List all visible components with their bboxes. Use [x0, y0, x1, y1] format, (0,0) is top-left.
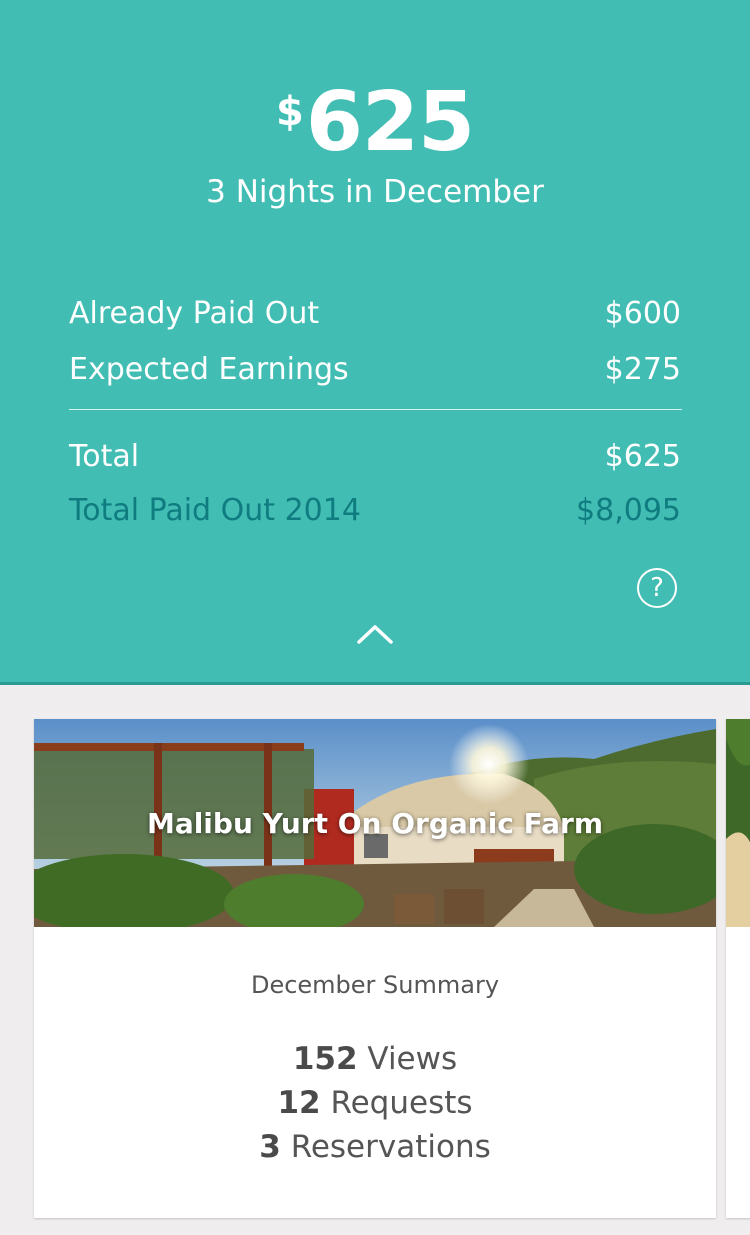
expected-earnings-row: Expected Earnings $275 [69, 350, 681, 390]
stat-views: 152 Views [34, 1037, 716, 1081]
chevron-up-icon[interactable] [356, 622, 394, 646]
earnings-amount: $625 [0, 82, 750, 164]
currency-symbol: $ [275, 89, 304, 135]
already-paid-out-label: Already Paid Out [69, 296, 320, 331]
listing-photo: Malibu Yurt On Organic Farm [34, 719, 716, 927]
stat-requests: 12 Requests [34, 1081, 716, 1125]
total-value: $625 [604, 439, 681, 474]
earnings-period: 3 Nights in December [206, 174, 544, 210]
already-paid-out-row: Already Paid Out $600 [69, 294, 681, 334]
stat-count: 12 [277, 1085, 321, 1121]
breakdown-divider [69, 409, 682, 410]
question-circle-icon[interactable]: ? [637, 568, 677, 608]
summary-stats: 152 Views 12 Requests 3 Reservations [34, 1037, 716, 1169]
listing-card[interactable]: Malibu Yurt On Organic Farm December Sum… [34, 719, 716, 1218]
expected-earnings-label: Expected Earnings [69, 352, 349, 387]
stat-label: Requests [330, 1085, 473, 1121]
stat-label: Views [367, 1041, 458, 1077]
total-paid-out-year-row: Total Paid Out 2014 $8,095 [69, 491, 681, 531]
total-paid-out-year-value: $8,095 [576, 493, 681, 528]
next-listing-photo [726, 719, 750, 927]
summary-title: December Summary [250, 971, 500, 999]
earnings-amount-value: 625 [305, 75, 475, 170]
expected-earnings-value: $275 [604, 352, 681, 387]
header-bottom-border [0, 682, 750, 685]
stat-count: 3 [259, 1129, 281, 1165]
earnings-header: $625 3 Nights in December Already Paid O… [0, 0, 750, 682]
total-paid-out-year-label: Total Paid Out 2014 [69, 493, 361, 528]
listing-title: Malibu Yurt On Organic Farm [146, 806, 604, 840]
total-row: Total $625 [69, 437, 681, 477]
next-listing-card-peek[interactable] [726, 719, 750, 1218]
total-label: Total [69, 439, 140, 474]
stat-count: 152 [292, 1041, 358, 1077]
stat-label: Reservations [290, 1129, 491, 1165]
already-paid-out-value: $600 [604, 296, 681, 331]
stat-reservations: 3 Reservations [34, 1125, 716, 1169]
